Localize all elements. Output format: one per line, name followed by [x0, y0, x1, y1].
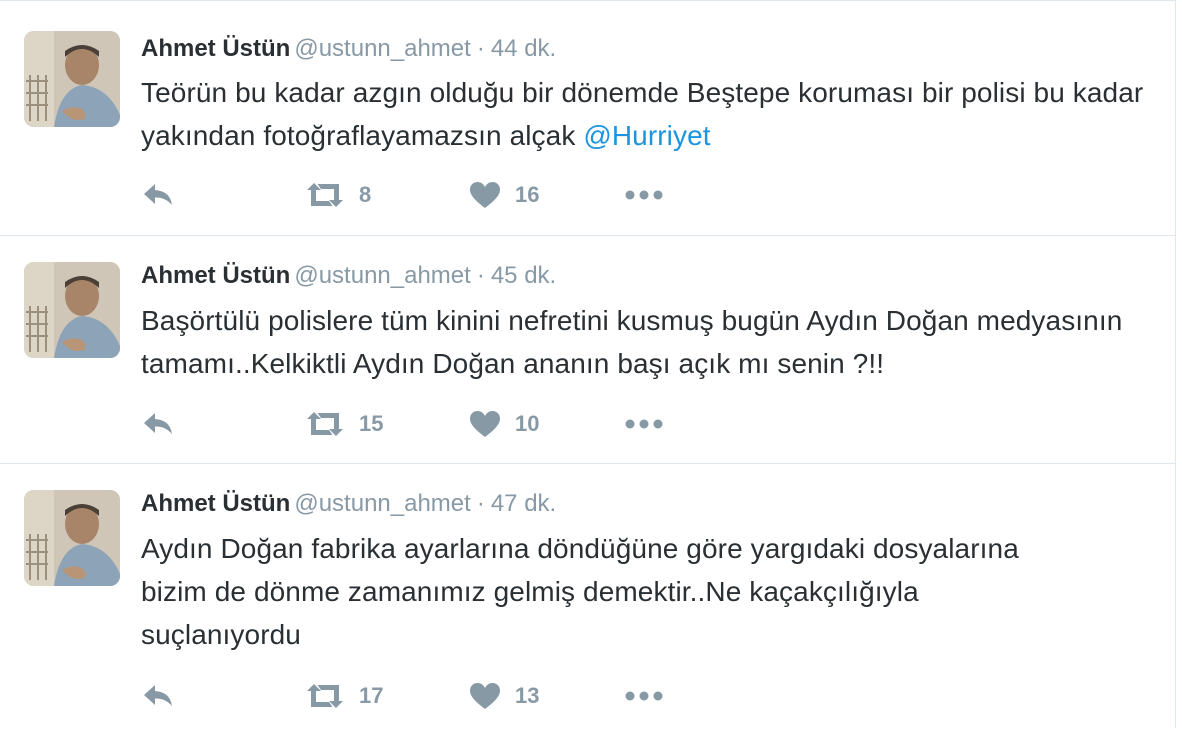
- user-name[interactable]: Ahmet Üstün: [141, 490, 290, 517]
- reply-icon: [144, 685, 172, 706]
- reply-button[interactable]: [141, 678, 175, 714]
- tweet-actions: 17 13: [141, 678, 701, 714]
- reply-button[interactable]: [141, 177, 175, 213]
- tweet-text: Aydın Doğan fabrika ayarlarına döndüğüne…: [141, 527, 1061, 656]
- separator: ·: [476, 35, 485, 62]
- tweet-actions: 8 16: [141, 177, 701, 213]
- tweet-header: Ahmet Üstün @ustunn_ahmet · 45 dk.: [141, 258, 556, 294]
- retweet-icon: [307, 183, 343, 207]
- retweet-button[interactable]: 8: [305, 177, 371, 213]
- retweet-count: 17: [359, 683, 384, 708]
- more-icon: [625, 691, 663, 701]
- tweet-text: Teörün bu kadar azgın olduğu bir dönemde…: [141, 71, 1161, 157]
- heart-icon: [470, 411, 500, 437]
- user-handle[interactable]: @ustunn_ahmet: [294, 35, 470, 62]
- avatar[interactable]: [24, 490, 120, 586]
- heart-icon: [470, 182, 500, 208]
- like-count: 13: [515, 683, 540, 708]
- more-button[interactable]: [625, 177, 663, 213]
- retweet-icon: [307, 684, 343, 708]
- tweet[interactable]: Ahmet Üstün @ustunn_ahmet · 44 dk. Teörün b…: [0, 1, 1175, 235]
- like-button[interactable]: 10: [469, 406, 539, 442]
- reply-button[interactable]: [141, 406, 175, 442]
- user-handle[interactable]: @ustunn_ahmet: [294, 490, 470, 517]
- tweet[interactable]: Ahmet Üstün @ustunn_ahmet · 47 dk. Aydın Do…: [0, 463, 1175, 729]
- tweet-header: Ahmet Üstün @ustunn_ahmet · 44 dk.: [141, 31, 556, 67]
- retweet-button[interactable]: 17: [305, 678, 383, 714]
- user-handle[interactable]: @ustunn_ahmet: [294, 262, 470, 289]
- tweet-text-body: Başörtülü polislere tüm kinini nefretini…: [141, 305, 1123, 379]
- tweet-text-body: Aydın Doğan fabrika ayarlarına döndüğüne…: [141, 533, 1019, 650]
- tweet-actions: 15 10: [141, 406, 701, 442]
- more-icon: [625, 190, 663, 200]
- retweet-icon: [307, 412, 343, 436]
- timestamp[interactable]: 45 dk.: [491, 262, 556, 289]
- reply-icon: [144, 184, 172, 205]
- tweet-text: Başörtülü polislere tüm kinini nefretini…: [141, 299, 1161, 385]
- separator: ·: [476, 490, 485, 517]
- timestamp[interactable]: 47 dk.: [491, 490, 556, 517]
- like-count: 16: [515, 182, 540, 207]
- like-button[interactable]: 16: [469, 177, 539, 213]
- tweet-timeline: Ahmet Üstün @ustunn_ahmet · 44 dk. Teörün b…: [0, 0, 1176, 728]
- tweet-header: Ahmet Üstün @ustunn_ahmet · 47 dk.: [141, 486, 556, 522]
- reply-icon: [144, 413, 172, 434]
- like-count: 10: [515, 411, 540, 436]
- retweet-button[interactable]: 15: [305, 406, 383, 442]
- user-name[interactable]: Ahmet Üstün: [141, 35, 290, 62]
- user-name[interactable]: Ahmet Üstün: [141, 262, 290, 289]
- timestamp[interactable]: 44 dk.: [491, 35, 556, 62]
- more-icon: [625, 419, 663, 429]
- like-button[interactable]: 13: [469, 678, 539, 714]
- more-button[interactable]: [625, 678, 663, 714]
- retweet-count: 15: [359, 411, 384, 436]
- retweet-count: 8: [359, 182, 372, 207]
- more-button[interactable]: [625, 406, 663, 442]
- avatar[interactable]: [24, 262, 120, 358]
- separator: ·: [476, 262, 485, 289]
- tweet[interactable]: Ahmet Üstün @ustunn_ahmet · 45 dk. Başörtül…: [0, 235, 1175, 463]
- avatar[interactable]: [24, 31, 120, 127]
- mention-link[interactable]: @Hurriyet: [583, 120, 710, 151]
- heart-icon: [470, 683, 500, 709]
